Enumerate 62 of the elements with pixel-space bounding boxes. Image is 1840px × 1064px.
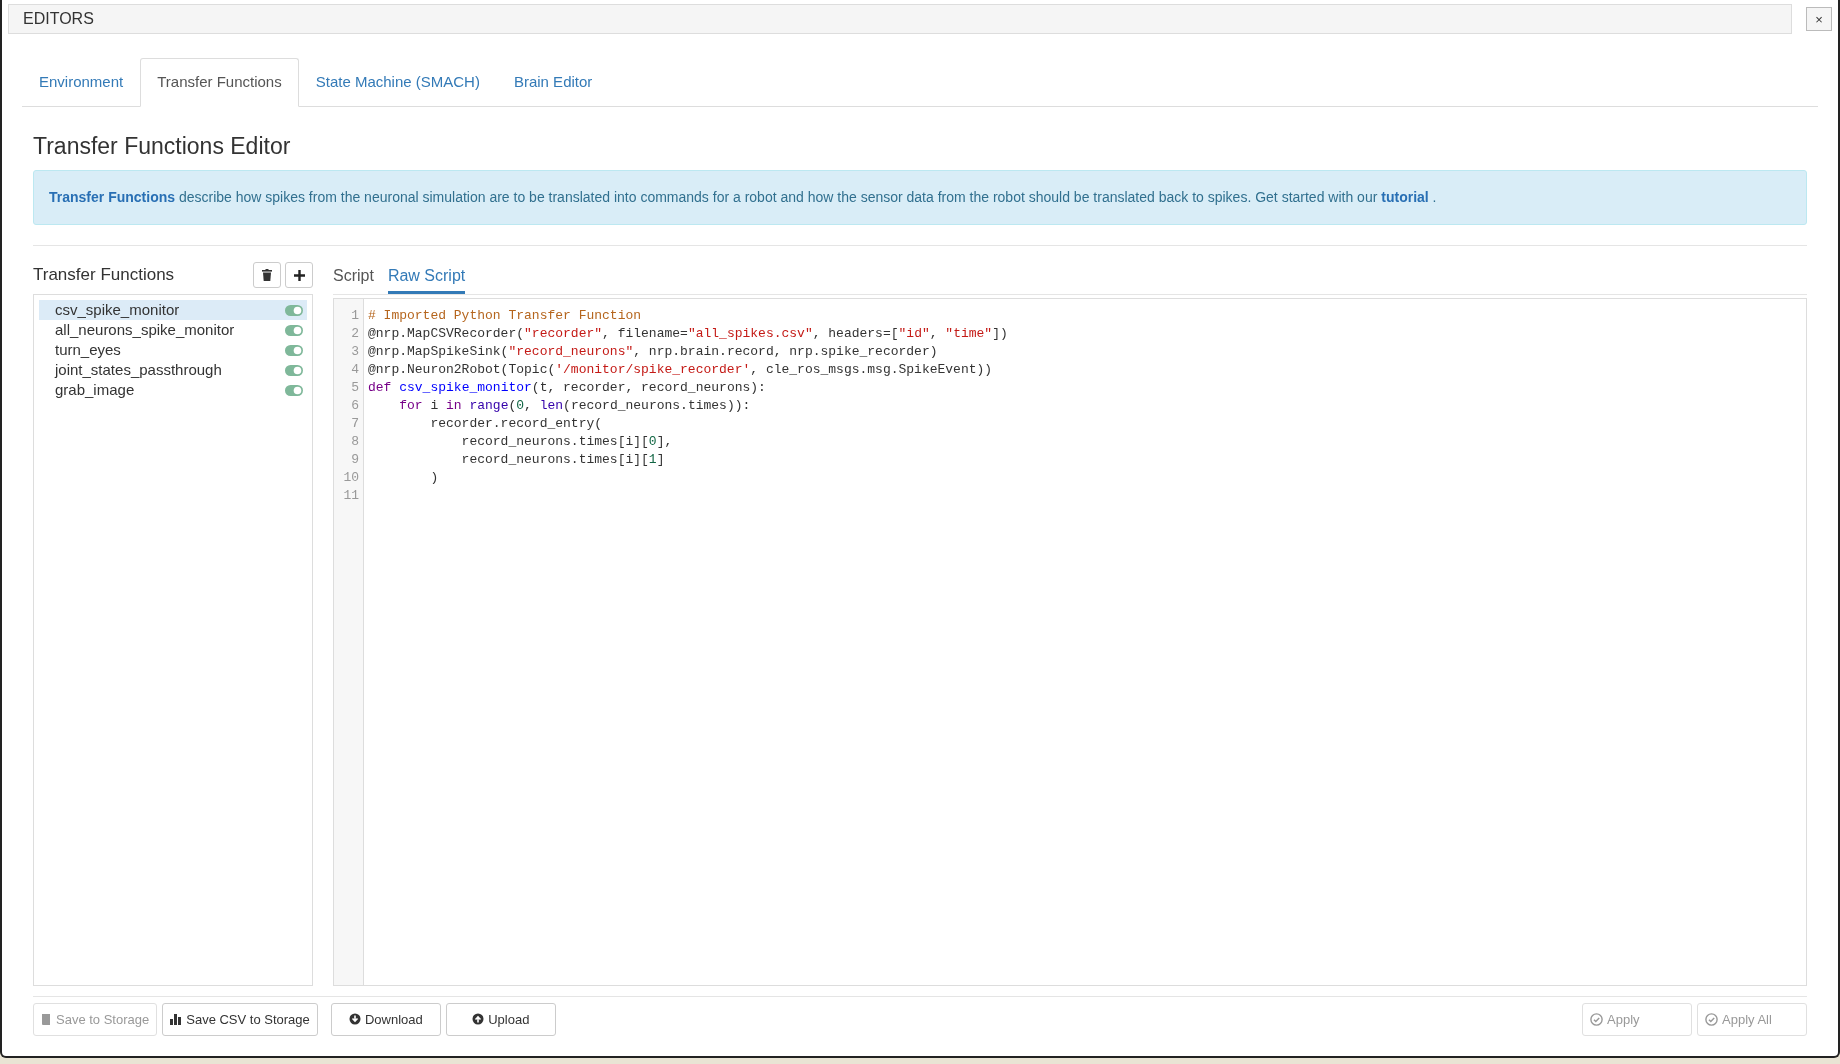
check-circle-icon [1705,1012,1718,1026]
tab[interactable]: Environment [22,58,141,107]
line-number: 5 [350,379,360,398]
toggle-switch[interactable] [285,384,303,396]
tab[interactable]: State Machine (SMACH) [298,58,497,107]
code-line: ) [429,469,440,488]
function-list-item[interactable]: csv_spike_monitor [39,300,307,321]
footer-button[interactable]: Upload [445,1002,556,1036]
line-number: 11 [342,487,360,506]
editor-heading: Transfer Functions Editor [33,132,292,161]
info-text: Transfer Functions describe how spikes from the neuronal simulation are to be translated into commands for a robot and how the sensor data from the robot should be translated back to spikes. Get started with our [49,189,1378,206]
function-list-item[interactable]: turn_eyes [39,340,307,361]
function-name: csv_spike_monitor [55,299,180,320]
function-name: joint_states_passthrough [55,359,222,380]
tab[interactable]: Brain Editor [496,58,610,107]
editor-tab[interactable]: Script [333,262,374,295]
function-list-item[interactable]: joint_states_passthrough [39,360,307,381]
tutorial-link[interactable]: tutorial [1381,189,1429,206]
line-number: 3 [350,343,360,362]
code-line: @nrp.MapCSVRecorder("recorder", filename="all_spikes.csv", headers=["id", "time"]) [368,325,1008,344]
toggle-switch[interactable] [285,344,303,356]
check-circle-icon [1590,1012,1603,1026]
code-line: for i in range(0, len(record_neurons.times)): [398,397,752,416]
tab[interactable]: Transfer Functions [140,58,299,107]
panel-title: Transfer Functions [33,264,175,287]
info-text-end: . [1432,189,1437,206]
toggle-switch[interactable] [285,364,303,376]
trash-icon [262,269,272,282]
plus-icon [293,269,305,281]
bar-chart-icon [170,1013,183,1026]
code-line: def csv_spike_monitor(t, recorder, record_neurons): [368,379,767,398]
footer-button[interactable]: Save CSV to Storage [162,1002,318,1036]
code-line: record_neurons.times[i][1] [460,451,666,470]
add-button[interactable] [285,262,313,289]
code-line: record_neurons.times[i][0], [460,433,674,452]
book-icon [41,1012,52,1026]
delete-button[interactable] [253,262,281,289]
code-line: recorder.record_entry( [429,415,604,434]
line-number: 1 [350,307,360,326]
line-number: 8 [350,433,360,452]
download-icon [348,1013,361,1026]
function-name: grab_image [55,379,135,400]
line-number: 2 [350,325,360,344]
line-number: 7 [350,415,360,434]
code-line: @nrp.MapSpikeSink("record_neurons", nrp.brain.record, nrp.spike_recorder) [368,343,939,362]
footer-button[interactable]: Download [330,1002,441,1036]
toggle-switch[interactable] [285,324,303,336]
function-list-item[interactable]: all_neurons_spike_monitor [39,320,307,341]
window-title: EDITORS [8,4,1792,34]
editor-tab[interactable]: Raw Script [387,262,466,295]
line-number: 4 [350,361,360,380]
close-button[interactable]: × [1806,7,1832,31]
line-number: 6 [350,397,360,416]
code-line: @nrp.Neuron2Robot(Topic('/monitor/spike_recorder', cle_ros_msgs.msg.SpikeEvent)) [368,361,994,380]
code-line: # Imported Python Transfer Function [368,307,643,326]
line-number: 10 [342,469,360,488]
toggle-switch[interactable] [285,304,303,316]
function-name: all_neurons_spike_monitor [55,319,235,340]
upload-icon [472,1013,485,1026]
function-name: turn_eyes [55,339,121,360]
line-number: 9 [350,451,360,470]
function-list-item[interactable]: grab_image [39,380,307,401]
